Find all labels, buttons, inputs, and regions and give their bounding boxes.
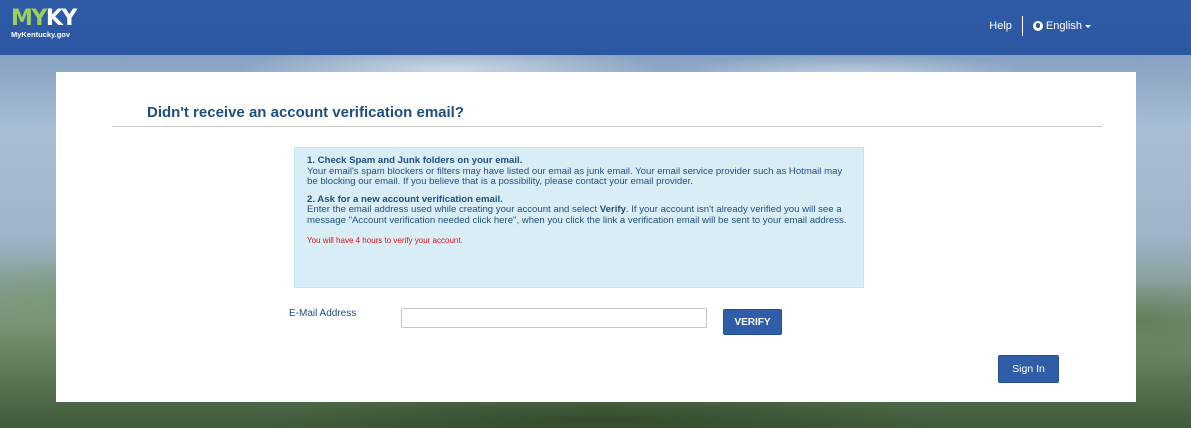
email-input[interactable] bbox=[401, 308, 707, 328]
language-label: English bbox=[1045, 20, 1082, 32]
top-navbar: MYKY MyKentucky.gov Help English bbox=[0, 0, 1191, 55]
step-1-heading: 1. Check Spam and Junk folders on your e… bbox=[307, 155, 523, 166]
instructions-box: 1. Check Spam and Junk folders on your e… bbox=[294, 147, 864, 288]
globe-icon bbox=[1032, 21, 1043, 31]
logo-wordmark: MYKY bbox=[11, 6, 77, 31]
verification-panel: Didn't receive an account verification e… bbox=[56, 72, 1136, 402]
logo-subtitle: MyKentucky.gov bbox=[11, 30, 71, 39]
navbar-right: Help English bbox=[989, 16, 1091, 36]
language-dropdown[interactable]: English bbox=[1032, 20, 1091, 32]
nav-divider bbox=[1021, 16, 1023, 36]
help-link[interactable]: Help bbox=[989, 20, 1012, 32]
mykentucky-logo[interactable]: MYKY MyKentucky.gov bbox=[11, 6, 77, 40]
verify-emphasis: Verify bbox=[599, 204, 626, 215]
email-label: E-Mail Address bbox=[289, 308, 357, 319]
sign-in-button[interactable]: Sign In bbox=[998, 355, 1059, 383]
time-limit-warning: You will have 4 hours to verify your acc… bbox=[307, 236, 463, 245]
verify-button[interactable]: VERIFY bbox=[723, 309, 782, 335]
step-2: 2. Ask for a new account verification em… bbox=[307, 194, 851, 227]
step-1: 1. Check Spam and Junk folders on your e… bbox=[307, 155, 851, 188]
step-1-body: Your email's spam blockers or filters ma… bbox=[307, 165, 843, 187]
step-2-body: Enter the email address used while creat… bbox=[307, 204, 847, 226]
caret-down-icon bbox=[1085, 24, 1091, 28]
title-divider bbox=[112, 126, 1102, 127]
page-title: Didn't receive an account verification e… bbox=[147, 104, 464, 121]
